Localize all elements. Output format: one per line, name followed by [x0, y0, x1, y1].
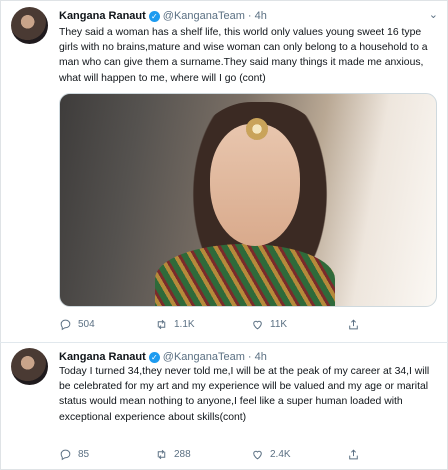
verified-badge-icon: ✓	[148, 351, 160, 363]
like-button[interactable]: 11K	[251, 318, 347, 331]
tweet-header: Kangana Ranaut ✓ @KanganaTeam · 4h	[59, 351, 267, 363]
separator: ·	[247, 10, 252, 22]
tweet-actions: 85 288 2.4K	[59, 448, 367, 461]
share-icon	[349, 449, 358, 460]
reply-button[interactable]: 504	[59, 318, 155, 331]
heart-icon	[253, 450, 262, 460]
photo-necklace	[155, 244, 335, 306]
like-count: 2.4K	[270, 449, 291, 460]
tweet-actions: 504 1.1K 11K	[59, 318, 367, 331]
timestamp[interactable]: 4h	[255, 351, 267, 363]
author-handle[interactable]: @KanganaTeam	[163, 351, 245, 363]
tweet[interactable]: Kangana Ranaut ✓ @KanganaTeam · 4h Today…	[0, 343, 448, 470]
avatar[interactable]	[11, 348, 48, 385]
reply-icon	[60, 319, 71, 331]
tweet[interactable]: Kangana Ranaut ✓ @KanganaTeam · 4h ⌄ The…	[0, 0, 448, 342]
reply-icon	[60, 449, 71, 461]
retweet-icon	[157, 449, 166, 460]
tweet-photo[interactable]	[59, 93, 437, 307]
share-button[interactable]	[347, 448, 367, 461]
photo-tikka	[246, 118, 268, 140]
retweet-count: 288	[174, 449, 191, 460]
share-icon	[349, 319, 358, 330]
author-name[interactable]: Kangana Ranaut	[59, 351, 146, 363]
retweet-button[interactable]: 1.1K	[155, 318, 251, 331]
tweet-text: Today I turned 34,they never told me,I w…	[59, 366, 430, 423]
reply-button[interactable]: 85	[59, 448, 155, 461]
author-name[interactable]: Kangana Ranaut	[59, 10, 146, 22]
tweet-header: Kangana Ranaut ✓ @KanganaTeam · 4h	[59, 10, 267, 22]
retweet-icon	[157, 319, 166, 330]
reply-count: 85	[78, 449, 90, 460]
tweet-text: They said a woman has a shelf life, this…	[59, 27, 428, 84]
like-button[interactable]: 2.4K	[251, 448, 347, 461]
photo-face	[210, 124, 300, 246]
heart-icon	[253, 320, 262, 330]
separator: ·	[247, 351, 252, 363]
chevron-down-icon[interactable]: ⌄	[429, 8, 438, 21]
avatar[interactable]	[11, 7, 48, 44]
share-button[interactable]	[347, 318, 367, 331]
retweet-count: 1.1K	[174, 319, 195, 330]
author-handle[interactable]: @KanganaTeam	[163, 10, 245, 22]
timestamp[interactable]: 4h	[255, 10, 267, 22]
retweet-button[interactable]: 288	[155, 448, 251, 461]
reply-count: 504	[78, 319, 95, 330]
verified-badge-icon: ✓	[148, 10, 160, 22]
like-count: 11K	[270, 319, 288, 330]
